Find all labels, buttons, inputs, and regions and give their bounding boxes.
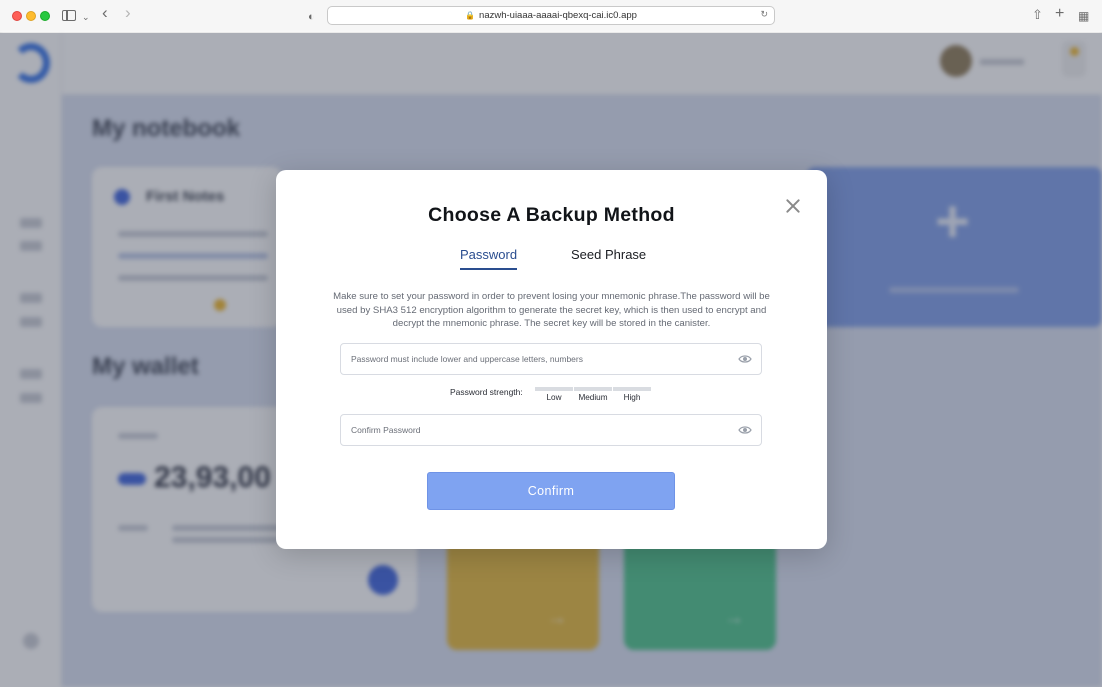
password-input[interactable] (341, 344, 721, 374)
minimize-window-button[interactable] (26, 11, 36, 21)
strength-medium-label: Medium (578, 393, 608, 402)
new-tab-icon[interactable]: + (1055, 6, 1064, 22)
browser-toolbar: ⌄ ‹ › ◐ 🔒 nazwh-uiaaa-aaaai-qbexq-cai.ic… (0, 0, 1102, 33)
share-icon[interactable]: ⇧ (1032, 7, 1043, 23)
strength-low-label: Low (546, 393, 562, 402)
password-field (340, 343, 762, 375)
strength-bar-high (613, 387, 651, 391)
strength-high-label: High (623, 393, 641, 402)
maximize-window-button[interactable] (40, 11, 50, 21)
lock-icon: 🔒 (465, 11, 476, 20)
eye-icon[interactable] (738, 354, 752, 364)
close-window-button[interactable] (12, 11, 22, 21)
forward-icon[interactable]: › (125, 4, 131, 21)
shield-icon[interactable]: ◐ (308, 9, 315, 25)
tab-password[interactable]: Password (460, 246, 518, 270)
strength-bar-medium (574, 387, 612, 391)
reload-icon[interactable]: ↻ (760, 9, 768, 20)
eye-icon[interactable] (738, 425, 752, 435)
backup-method-modal: Choose A Backup Method Password Seed Phr… (276, 170, 827, 549)
chevron-down-icon[interactable]: ⌄ (82, 9, 90, 25)
backup-tabs: Password Seed Phrase (276, 246, 827, 272)
strength-label: Password strength: (450, 387, 523, 397)
modal-title: Choose A Backup Method (428, 204, 675, 226)
strength-bar-low (535, 387, 573, 391)
confirm-password-field (340, 414, 762, 446)
backup-description: Make sure to set your password in order … (333, 291, 770, 329)
confirm-password-input[interactable] (341, 415, 721, 445)
tab-seed-phrase[interactable]: Seed Phrase (571, 246, 646, 268)
confirm-button[interactable]: Confirm (427, 472, 675, 510)
password-strength: Password strength: Low Medium High (276, 385, 827, 405)
address-bar[interactable]: 🔒 nazwh-uiaaa-aaaai-qbexq-cai.ic0.app ↻ (327, 6, 775, 25)
url-text: nazwh-uiaaa-aaaai-qbexq-cai.ic0.app (479, 10, 637, 21)
tab-overview-icon[interactable]: ▦ (1078, 8, 1089, 24)
sidebar-toggle-icon[interactable] (62, 10, 76, 21)
back-icon[interactable]: ‹ (102, 4, 108, 21)
